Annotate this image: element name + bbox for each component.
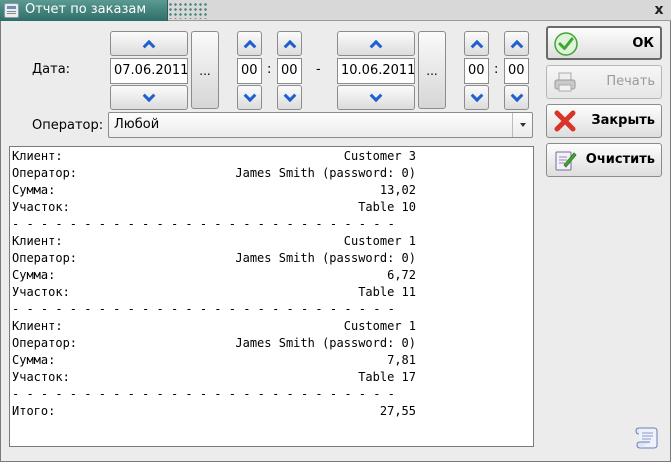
report-separator: - - - - - - - - - - - - - - - - - - - - … bbox=[12, 217, 395, 231]
hour-to-up-button[interactable] bbox=[464, 31, 489, 56]
date-label: Дата: bbox=[32, 62, 71, 77]
operator-select-value: Любой bbox=[114, 117, 160, 132]
hour-from-down-button[interactable] bbox=[237, 85, 262, 110]
chevron-down-icon bbox=[142, 88, 156, 102]
report-line-sum: Сумма: 13,02 bbox=[12, 183, 416, 197]
chevron-up-icon bbox=[243, 39, 256, 53]
hour-to-field[interactable]: 00 bbox=[464, 58, 489, 84]
operator-select[interactable]: Любой bbox=[108, 112, 533, 138]
chevron-down-icon bbox=[243, 88, 256, 102]
chevron-down-icon bbox=[470, 88, 483, 102]
date-from-field[interactable]: 07.06.2011 bbox=[110, 58, 188, 84]
check-circle-icon bbox=[554, 32, 578, 56]
close-window-button[interactable]: x bbox=[651, 2, 667, 18]
time-separator: : bbox=[494, 62, 499, 77]
report-line-operator: Оператор: James Smith (password: 0) bbox=[12, 166, 416, 180]
report-line-client: Клиент: Customer 1 bbox=[12, 234, 416, 248]
chevron-up-icon bbox=[470, 39, 483, 53]
date-to-picker-button[interactable]: ... bbox=[418, 31, 446, 109]
report-line-operator: Оператор: James Smith (password: 0) bbox=[12, 251, 416, 265]
title-grip-pattern bbox=[168, 2, 208, 19]
report-separator: - - - - - - - - - - - - - - - - - - - - … bbox=[12, 387, 395, 401]
close-label: Закрыть bbox=[591, 113, 655, 128]
report-line-area: Участок: Table 11 bbox=[12, 285, 416, 299]
date-from-down-button[interactable] bbox=[110, 85, 188, 110]
clear-label: Очистить bbox=[585, 152, 655, 167]
report-line-area: Участок: Table 17 bbox=[12, 370, 416, 384]
ok-button[interactable]: ОК bbox=[546, 26, 662, 60]
report-line-client: Клиент: Customer 3 bbox=[12, 149, 416, 163]
report-text-area[interactable]: Клиент: Customer 3 Оператор: James Smith (… bbox=[9, 146, 534, 447]
close-button[interactable]: Закрыть bbox=[546, 104, 662, 138]
minute-to-field[interactable]: 00 bbox=[504, 58, 529, 84]
clear-button[interactable]: Очистить bbox=[546, 143, 662, 177]
operator-label: Оператор: bbox=[32, 118, 104, 133]
minute-from-down-button[interactable] bbox=[277, 85, 302, 110]
report-line-operator: Оператор: James Smith (password: 0) bbox=[12, 336, 416, 350]
picker-label: ... bbox=[426, 64, 438, 78]
report-line-sum: Сумма: 7,81 bbox=[12, 353, 416, 367]
date-to-up-button[interactable] bbox=[337, 31, 415, 56]
printer-icon bbox=[554, 72, 576, 92]
report-line-area: Участок: Table 10 bbox=[12, 200, 416, 214]
ok-label: ОК bbox=[632, 36, 654, 51]
app-window-icon bbox=[4, 3, 19, 18]
report-separator: - - - - - - - - - - - - - - - - - - - - … bbox=[12, 302, 395, 316]
clipboard-edit-icon bbox=[555, 151, 577, 171]
report-line-client: Клиент: Customer 1 bbox=[12, 319, 416, 333]
report-line-sum: Сумма: 6,72 bbox=[12, 268, 416, 282]
print-button[interactable]: Печать bbox=[546, 65, 662, 99]
report-line-total: Итого: 27,55 bbox=[12, 404, 416, 418]
chevron-up-icon bbox=[510, 39, 523, 53]
chevron-down-icon bbox=[510, 88, 523, 102]
time-separator: : bbox=[267, 62, 272, 77]
chevron-up-icon bbox=[369, 39, 383, 53]
chevron-down-icon bbox=[369, 88, 383, 102]
date-from-up-button[interactable] bbox=[110, 31, 188, 56]
minute-to-up-button[interactable] bbox=[504, 31, 529, 56]
date-to-field[interactable]: 10.06.2011 bbox=[337, 58, 415, 84]
window-title: Отчет по заказам bbox=[25, 2, 147, 17]
chevron-down-icon bbox=[283, 88, 296, 102]
print-label: Печать bbox=[606, 74, 655, 89]
chevron-up-icon bbox=[142, 39, 156, 53]
scroll-document-icon bbox=[635, 427, 658, 449]
picker-label: ... bbox=[199, 64, 211, 78]
date-from-picker-button[interactable]: ... bbox=[191, 31, 219, 109]
minute-from-field[interactable]: 00 bbox=[277, 58, 302, 84]
hour-to-down-button[interactable] bbox=[464, 85, 489, 110]
dropdown-arrow-icon[interactable] bbox=[512, 113, 532, 137]
minute-from-up-button[interactable] bbox=[277, 31, 302, 56]
title-bar: Отчет по заказам x bbox=[0, 0, 671, 21]
red-x-icon bbox=[554, 110, 576, 132]
chevron-up-icon bbox=[283, 39, 296, 53]
hour-from-field[interactable]: 00 bbox=[237, 58, 262, 84]
hour-from-up-button[interactable] bbox=[237, 31, 262, 56]
minute-to-down-button[interactable] bbox=[504, 85, 529, 110]
title-tab[interactable]: Отчет по заказам bbox=[0, 0, 168, 21]
range-separator: - bbox=[316, 62, 321, 77]
date-to-down-button[interactable] bbox=[337, 85, 415, 110]
